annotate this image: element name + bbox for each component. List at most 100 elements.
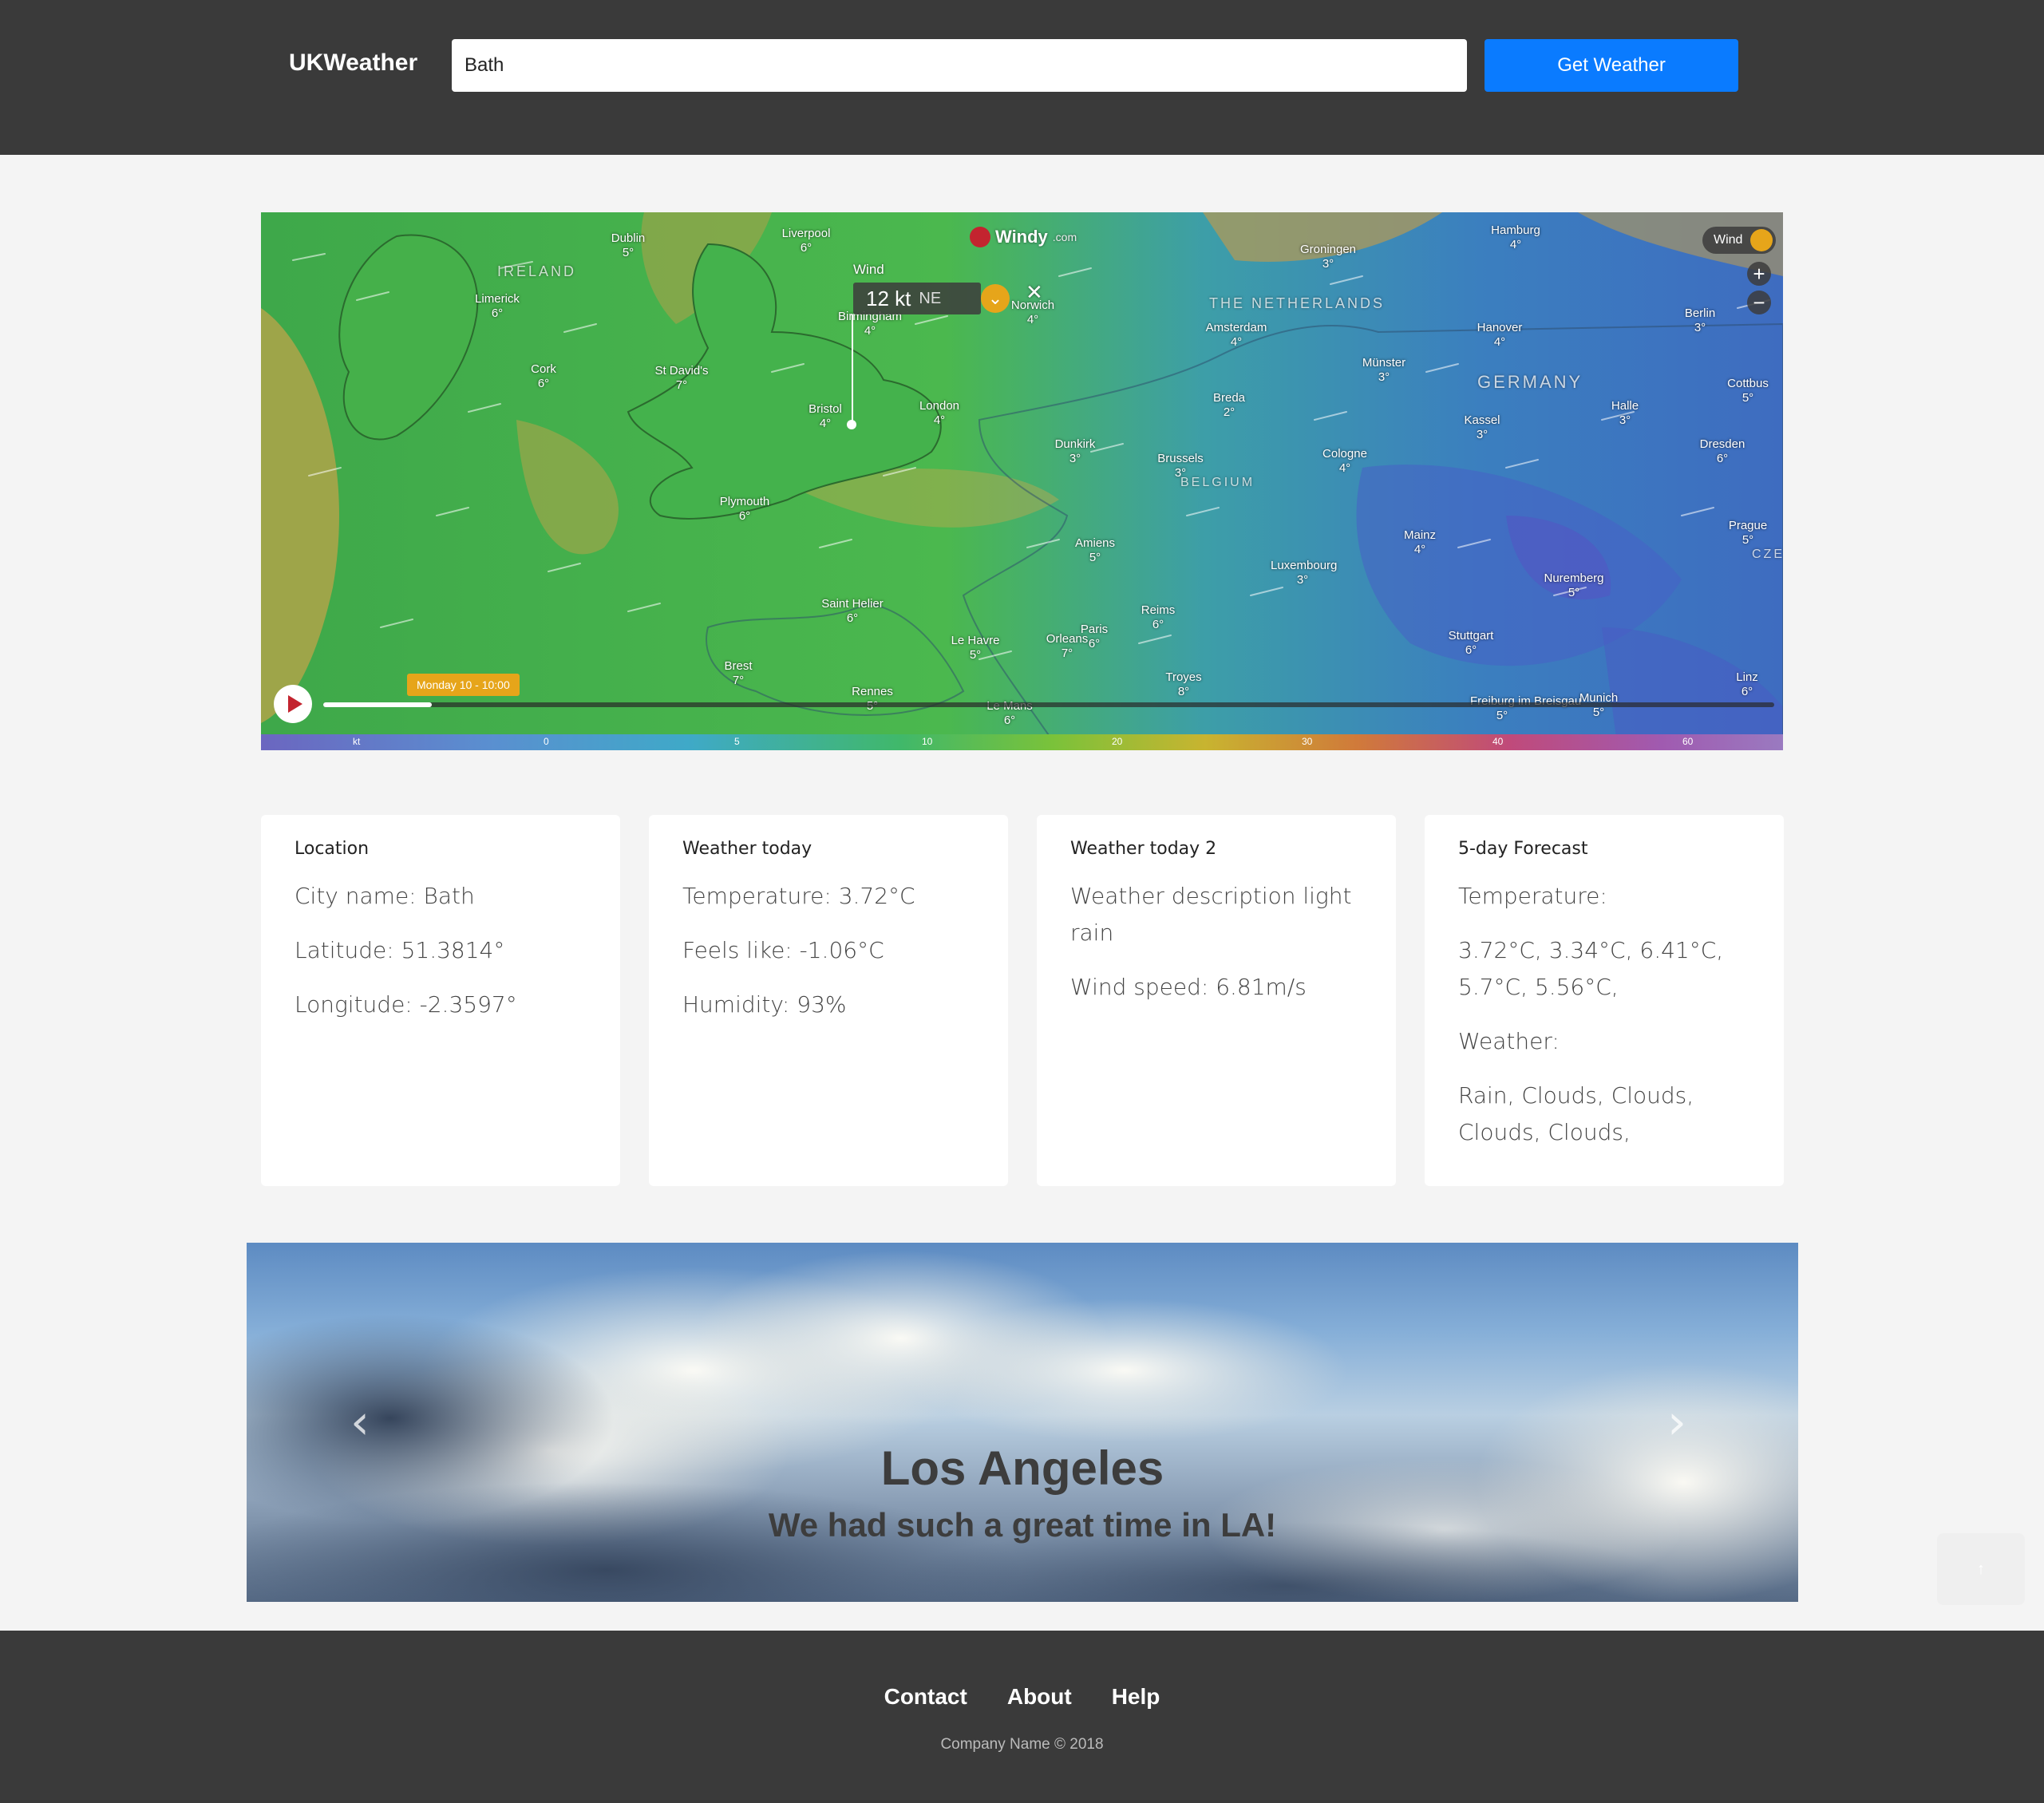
city-label[interactable]: Luxembourg 3°	[1271, 559, 1337, 587]
city-name-label: Paris	[1080, 623, 1109, 636]
city-label[interactable]: Halle 3°	[1593, 399, 1657, 428]
hero-subtitle: We had such a great time in LA!	[768, 1506, 1277, 1544]
city-temp-label: 5°	[1742, 391, 1754, 405]
city-name-label: Stuttgart	[1448, 629, 1494, 643]
city-temp-label: 8°	[1177, 685, 1190, 698]
city-label[interactable]: Le Havre 5°	[943, 634, 1007, 662]
play-button[interactable]	[274, 685, 312, 723]
play-icon	[287, 695, 302, 713]
city-temp-label: 3°	[1322, 257, 1334, 271]
city-label[interactable]: London 4°	[907, 399, 971, 428]
city-label[interactable]: Münster 3°	[1352, 356, 1416, 385]
scale-tick: 40	[1492, 736, 1504, 747]
chevron-down-icon[interactable]: ⌄	[981, 284, 1010, 313]
city-temp-label: 5°	[969, 648, 982, 662]
city-label[interactable]: Dresden 6°	[1690, 437, 1754, 466]
city-temp-label: 6°	[800, 241, 812, 255]
city-label[interactable]: Amsterdam 4°	[1204, 321, 1268, 350]
city-label[interactable]: Plymouth 6°	[713, 495, 777, 524]
city-label[interactable]: Hamburg 4°	[1484, 223, 1548, 252]
wind-speed: 12 kt	[866, 286, 911, 310]
zoom-out-button[interactable]: −	[1747, 291, 1771, 314]
weather-today-card: Weather today Temperature: 3.72°C Feels …	[649, 815, 1008, 1186]
brand-logo[interactable]: UKWeather	[289, 49, 417, 77]
city-name-label: Hanover	[1477, 321, 1523, 334]
city-name-label: Hamburg	[1491, 223, 1540, 237]
timeline-track[interactable]	[323, 702, 1774, 707]
timeline-badge[interactable]: Monday 10 - 10:00	[407, 674, 520, 696]
city-label[interactable]: Breda 2°	[1197, 391, 1261, 420]
city-label[interactable]: Linz 6°	[1715, 670, 1779, 699]
city-name: City name: Bath	[295, 883, 475, 909]
city-name-label: Saint Helier	[821, 597, 884, 611]
city-temp-label: 4°	[1509, 238, 1522, 251]
city-label[interactable]: Cologne 4°	[1313, 447, 1377, 476]
country-label: IRELAND	[497, 263, 577, 279]
footer-link-contact[interactable]: Contact	[884, 1684, 967, 1710]
country-label: THE NETHERLANDS	[1209, 295, 1386, 311]
city-label[interactable]: Saint Helier 6°	[820, 597, 884, 626]
city-name-label: Reims	[1141, 603, 1176, 617]
zoom-in-button[interactable]: +	[1747, 262, 1771, 286]
close-icon[interactable]: ✕	[1026, 280, 1043, 305]
city-temp-label: 6°	[738, 509, 751, 523]
temperature: Temperature: 3.72°C	[682, 883, 915, 909]
footer-link-help[interactable]: Help	[1112, 1684, 1160, 1710]
city-label[interactable]: Brest 7°	[706, 659, 770, 688]
city-label[interactable]: Groningen 3°	[1296, 243, 1360, 271]
city-temp-label: 4°	[1230, 335, 1243, 349]
city-temp-label: 6°	[1741, 685, 1753, 698]
city-label[interactable]: Cottbus 5°	[1716, 377, 1780, 405]
card-title: Weather today	[682, 839, 812, 859]
city-temp-label: 4°	[1493, 335, 1506, 349]
city-temp-label: 6°	[1716, 452, 1729, 465]
feels-like: Feels like: -1.06°C	[682, 937, 884, 963]
city-temp-label: 4°	[933, 413, 946, 427]
city-search-input[interactable]	[452, 39, 1467, 92]
city-label[interactable]: Cork 6°	[512, 362, 575, 391]
scroll-to-top-button[interactable]: ↑	[1937, 1533, 2025, 1605]
city-name-label: Bristol	[809, 402, 842, 416]
windy-logo-suffix: .com	[1052, 231, 1077, 243]
windy-map[interactable]: IRELAND THE NETHERLANDS GERMANY BELGIUM …	[261, 212, 1783, 750]
city-label[interactable]: Berlin 3°	[1668, 306, 1732, 335]
city-label[interactable]: Rennes5°	[840, 685, 904, 714]
footer: Contact About Help Company Name © 2018	[0, 1631, 2044, 1803]
city-label[interactable]: Freiburg im Breisgau 5°	[1470, 694, 1581, 723]
location-card: Location City name: Bath Latitude: 51.38…	[261, 815, 620, 1186]
city-label[interactable]: Dublin 5°	[596, 231, 660, 260]
footer-link-about[interactable]: About	[1007, 1684, 1072, 1710]
city-label[interactable]: Brussels 3°	[1149, 452, 1212, 480]
city-label[interactable]: St David's 7°	[650, 364, 714, 393]
city-label[interactable]: Prague 5°	[1716, 519, 1780, 548]
city-label[interactable]: Reims 6°	[1126, 603, 1190, 632]
city-label[interactable]: Hanover 4°	[1468, 321, 1532, 350]
city-name-label: Cologne	[1322, 447, 1367, 461]
humidity: Humidity: 93%	[682, 991, 847, 1018]
city-temp-label: 3°	[1476, 428, 1489, 441]
city-label[interactable]: Nuremberg 5°	[1542, 571, 1606, 600]
card-title: 5-day Forecast	[1458, 839, 1588, 859]
city-label[interactable]: Mainz 4°	[1388, 528, 1452, 557]
layer-selector[interactable]: Wind	[1702, 227, 1776, 254]
city-temp-label: 5°	[622, 246, 635, 259]
city-label[interactable]: Stuttgart 6°	[1439, 629, 1503, 658]
city-label[interactable]: Dunkirk 3°	[1043, 437, 1107, 466]
city-label[interactable]: Troyes 8°	[1152, 670, 1216, 699]
scale-tick: 10	[922, 736, 933, 747]
city-temp-label: 4°	[864, 324, 876, 338]
city-name-label: Mainz	[1403, 528, 1436, 542]
city-label[interactable]: Paris 6°	[1062, 623, 1126, 651]
city-label[interactable]: Limerick 6°	[465, 292, 529, 321]
city-temp-label: 3°	[1619, 413, 1631, 427]
city-label[interactable]: Kassel 3°	[1450, 413, 1514, 442]
forecast-temps: 3.72°C, 3.34°C, 6.41°C, 5.7°C, 5.56°C,	[1458, 937, 1724, 1000]
city-label[interactable]: Liverpool 6°	[774, 227, 838, 255]
city-label[interactable]: Amiens 5°	[1063, 536, 1127, 565]
wind-popup[interactable]: 12 kt NE	[853, 283, 981, 314]
windy-logo[interactable]: Windy .com	[970, 227, 1077, 247]
city-name-label: Kassel	[1464, 413, 1500, 427]
city-temp-label: 6°	[846, 611, 859, 625]
city-name-label: Groningen	[1299, 243, 1357, 256]
get-weather-button[interactable]: Get Weather	[1485, 39, 1738, 92]
